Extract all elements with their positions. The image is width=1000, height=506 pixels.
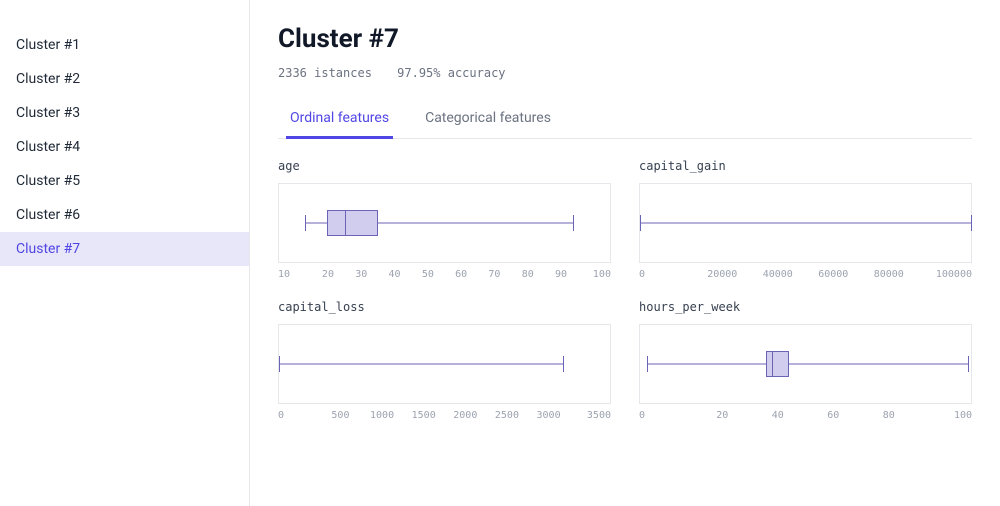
chart-title: capital_gain xyxy=(639,159,972,173)
plot-area xyxy=(639,183,972,263)
chart-capital-gain: capital_gain 020000400006000080000100000 xyxy=(639,159,972,280)
tick-label: 3500 xyxy=(569,410,611,421)
sidebar-item-cluster-1[interactable]: Cluster #1 xyxy=(0,28,249,62)
whisker-line xyxy=(279,364,563,365)
whisker-cap-high xyxy=(573,215,574,231)
tick-label: 40 xyxy=(750,410,806,421)
whisker-line xyxy=(647,364,968,365)
sidebar-item-cluster-3[interactable]: Cluster #3 xyxy=(0,96,249,130)
tick-label: 1000 xyxy=(361,410,403,421)
whisker-cap-high xyxy=(563,356,564,372)
whisker-cap-high xyxy=(968,356,969,372)
tick-label: 80000 xyxy=(861,269,917,280)
tick-label: 2500 xyxy=(486,410,528,421)
main-panel: Cluster #7 2336 istances 97.95% accuracy… xyxy=(250,0,1000,506)
tabs: Ordinal features Categorical features xyxy=(278,102,972,139)
whisker-cap-low xyxy=(640,215,641,231)
tick-label: 20 xyxy=(311,269,344,280)
tick-label: 80 xyxy=(511,269,544,280)
tick-label: 70 xyxy=(478,269,511,280)
sidebar-item-cluster-2[interactable]: Cluster #2 xyxy=(0,62,249,96)
chart-title: hours_per_week xyxy=(639,300,972,314)
plot-area xyxy=(278,324,611,404)
tick-label: 80 xyxy=(861,410,917,421)
sidebar: Cluster #1Cluster #2Cluster #3Cluster #4… xyxy=(0,0,250,506)
whisker-cap-low xyxy=(305,215,306,231)
sidebar-item-cluster-5[interactable]: Cluster #5 xyxy=(0,164,249,198)
page-subtitle: 2336 istances 97.95% accuracy xyxy=(278,66,972,80)
tick-label: 3000 xyxy=(528,410,570,421)
x-axis: 020000400006000080000100000 xyxy=(639,269,972,280)
tick-label: 40 xyxy=(378,269,411,280)
page-title: Cluster #7 xyxy=(278,24,972,54)
accuracy-value: 97.95% accuracy xyxy=(397,66,505,80)
tick-label: 0 xyxy=(639,269,695,280)
whisker-cap-high xyxy=(971,215,972,231)
whisker-line xyxy=(640,223,971,224)
tick-label: 100000 xyxy=(917,269,973,280)
chart-age: age 102030405060708090100 xyxy=(278,159,611,280)
iqr-box xyxy=(766,351,789,377)
x-axis: 102030405060708090100 xyxy=(278,269,611,280)
tick-label: 0 xyxy=(639,410,695,421)
median-line xyxy=(772,351,773,377)
tick-label: 30 xyxy=(345,269,378,280)
chart-title: age xyxy=(278,159,611,173)
tick-label: 1500 xyxy=(403,410,445,421)
tick-label: 40000 xyxy=(750,269,806,280)
whisker-cap-low xyxy=(647,356,648,372)
tick-label: 10 xyxy=(278,269,311,280)
median-line xyxy=(345,210,346,236)
tick-label: 100 xyxy=(917,410,973,421)
tick-label: 20000 xyxy=(695,269,751,280)
tick-label: 0 xyxy=(278,410,320,421)
plot-area xyxy=(639,324,972,404)
sidebar-item-cluster-4[interactable]: Cluster #4 xyxy=(0,130,249,164)
tick-label: 60000 xyxy=(806,269,862,280)
sidebar-item-cluster-6[interactable]: Cluster #6 xyxy=(0,198,249,232)
plot-area xyxy=(278,183,611,263)
chart-title: capital_loss xyxy=(278,300,611,314)
tick-label: 60 xyxy=(444,269,477,280)
tick-label: 90 xyxy=(544,269,577,280)
tick-label: 2000 xyxy=(445,410,487,421)
instances-count: 2336 istances xyxy=(278,66,372,80)
chart-hours-per-week: hours_per_week 020406080100 xyxy=(639,300,972,421)
tick-label: 60 xyxy=(806,410,862,421)
sidebar-item-cluster-7[interactable]: Cluster #7 xyxy=(0,232,249,266)
x-axis: 0500100015002000250030003500 xyxy=(278,410,611,421)
tick-label: 20 xyxy=(695,410,751,421)
tab-categorical-features[interactable]: Categorical features xyxy=(421,102,555,139)
x-axis: 020406080100 xyxy=(639,410,972,421)
tick-label: 100 xyxy=(578,269,611,280)
tick-label: 50 xyxy=(411,269,444,280)
chart-capital-loss: capital_loss 0500100015002000250030003500 xyxy=(278,300,611,421)
iqr-box xyxy=(327,210,378,236)
charts-grid: age102030405060708090100capital_gain0200… xyxy=(278,159,972,421)
tab-ordinal-features[interactable]: Ordinal features xyxy=(286,102,393,139)
tick-label: 500 xyxy=(320,410,362,421)
whisker-cap-low xyxy=(279,356,280,372)
